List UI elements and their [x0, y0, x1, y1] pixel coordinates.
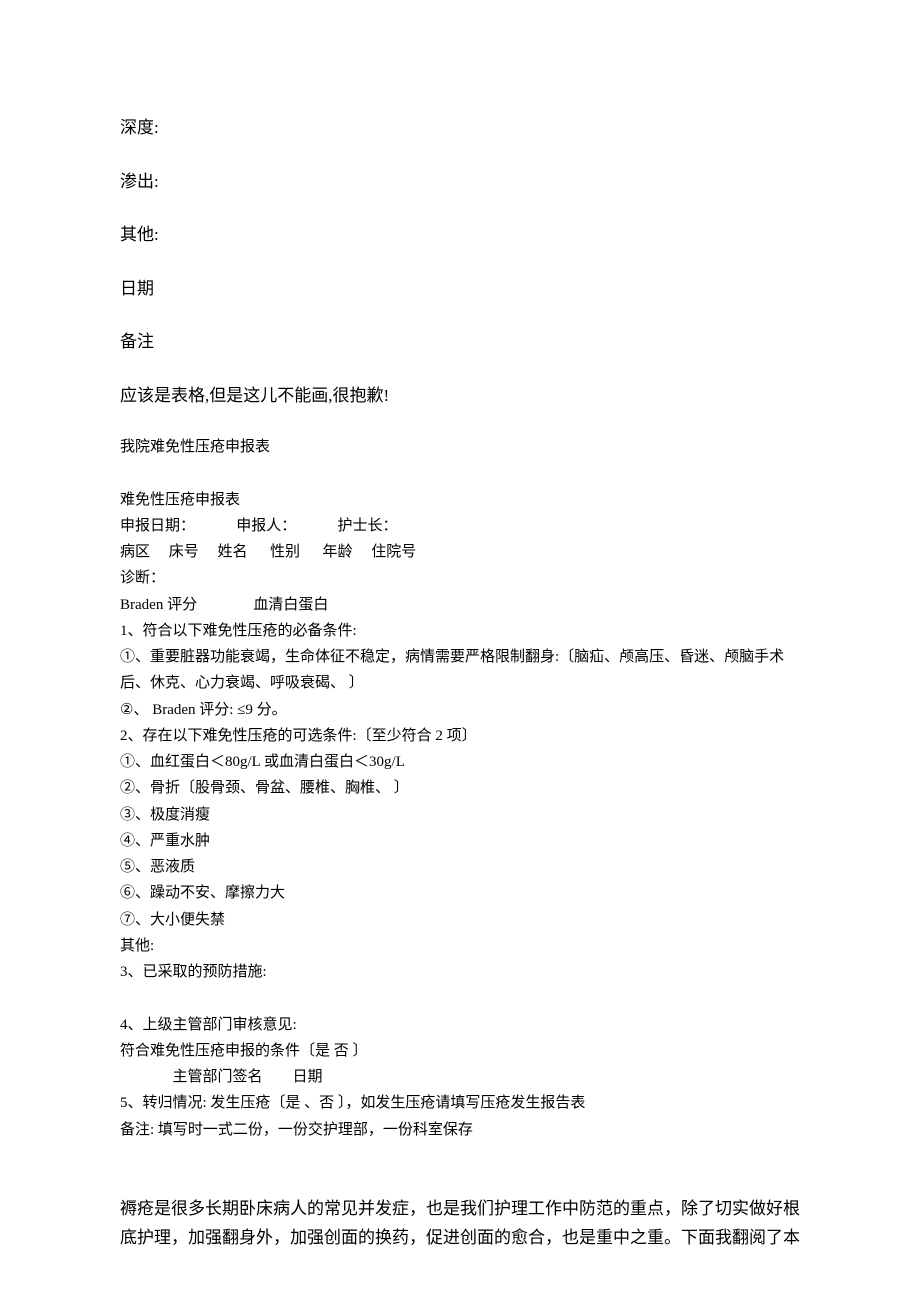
field-depth: 深度: — [120, 115, 800, 141]
section1-item2: ②、 Braden 评分: ≤9 分。 — [120, 697, 800, 723]
field-other: 其他: — [120, 222, 800, 248]
braden-row: Braden 评分 血清白蛋白 — [120, 592, 800, 618]
section2-item1: ①、血红蛋白＜80g/L 或血清白蛋白＜30g/L — [120, 749, 800, 775]
diagnosis-label: 诊断： — [120, 565, 800, 591]
section2-item2: ②、骨折〔股骨颈、骨盆、腰椎、胸椎、 〕 — [120, 775, 800, 801]
closing-paragraph: 褥疮是很多长期卧床病人的常见并发症，也是我们护理工作中防范的重点，除了切实做好根… — [120, 1195, 800, 1253]
section2-item3: ③、极度消瘦 — [120, 802, 800, 828]
report-row-2: 病区 床号 姓名 性别 年龄 住院号 — [120, 539, 800, 565]
field-remarks: 备注 — [120, 329, 800, 355]
report-row-1: 申报日期： 申报人： 护士长： — [120, 513, 800, 539]
section4-line2: 主管部门签名 日期 — [120, 1064, 800, 1090]
field-date: 日期 — [120, 276, 800, 302]
section2-item6: ⑥、躁动不安、摩擦力大 — [120, 880, 800, 906]
form1-title: 我院难免性压疮申报表 — [120, 436, 800, 459]
section4-line1: 符合难免性压疮申报的条件〔是 否 〕 — [120, 1038, 800, 1064]
section1-item1: ①、重要脏器功能衰竭，生命体征不稳定，病情需要严格限制翻身:〔脑疝、颅高压、昏迷… — [120, 644, 800, 697]
form-note: 备注: 填写时一式二份，一份交护理部，一份科室保存 — [120, 1117, 800, 1143]
section1-title: 1、符合以下难免性压疮的必备条件: — [120, 618, 800, 644]
section2-title: 2、存在以下难免性压疮的可选条件:〔至少符合 2 项〕 — [120, 723, 800, 749]
section2-item7: ⑦、大小便失禁 — [120, 907, 800, 933]
apology-text: 应该是表格,但是这儿不能画,很抱歉! — [120, 383, 800, 409]
form2-block: 难免性压疮申报表 申报日期： 申报人： 护士长： 病区 床号 姓名 性别 年龄 … — [120, 487, 800, 1143]
field-exudate: 渗出: — [120, 169, 800, 195]
section5: 5、转归情况: 发生压疮〔是 、否 〕，如发生压疮请填写压疮发生报告表 — [120, 1090, 800, 1116]
form2-title: 难免性压疮申报表 — [120, 487, 800, 513]
section3: 3、已采取的预防措施: — [120, 959, 800, 985]
section2-item5: ⑤、恶液质 — [120, 854, 800, 880]
document-page: 深度: 渗出: 其他: 日期 备注 应该是表格,但是这儿不能画,很抱歉! 我院难… — [0, 0, 920, 1313]
section2-item4: ④、严重水肿 — [120, 828, 800, 854]
section4-title: 4、上级主管部门审核意见: — [120, 1012, 800, 1038]
blank-line — [120, 985, 800, 1011]
section2-other: 其他: — [120, 933, 800, 959]
